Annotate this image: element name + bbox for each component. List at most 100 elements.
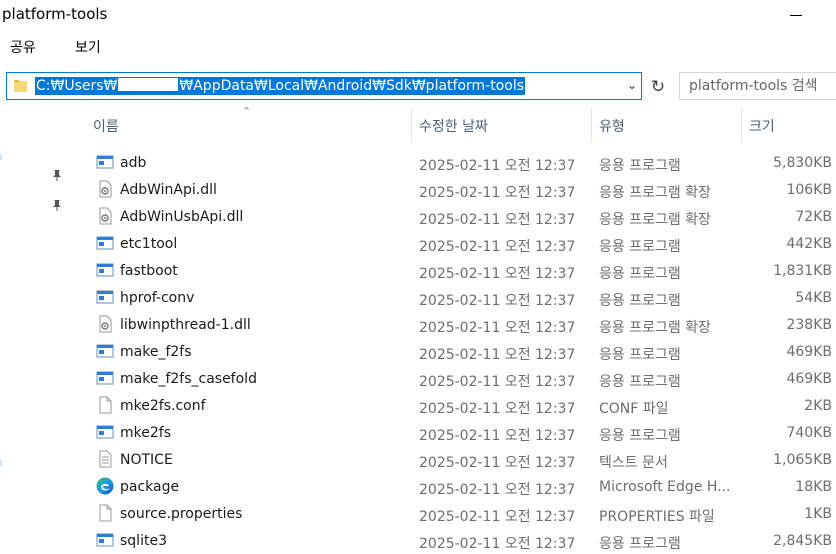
file-row[interactable]: NOTICE 2025-02-11 오전 12:37 텍스트 문서 1,065KB bbox=[0, 446, 836, 473]
file-row[interactable]: mke2fs 2025-02-11 오전 12:37 응용 프로그램 740KB bbox=[0, 419, 836, 446]
file-date: 2025-02-11 오전 12:37 bbox=[419, 293, 576, 309]
window-title: platform-tools bbox=[2, 5, 108, 23]
title-bar: platform-tools bbox=[0, 0, 836, 32]
file-row[interactable]: make_f2fs 2025-02-11 오전 12:37 응용 프로그램 469KB bbox=[0, 338, 836, 365]
file-name: AdbWinUsbApi.dll bbox=[120, 209, 244, 225]
search-input[interactable] bbox=[689, 74, 836, 98]
file-name: hprof-conv bbox=[120, 290, 195, 306]
folder-icon bbox=[14, 80, 27, 92]
application-icon bbox=[96, 423, 114, 441]
application-icon bbox=[96, 342, 114, 360]
application-icon bbox=[96, 369, 114, 387]
chevron-down-icon[interactable]: ⌄ bbox=[627, 78, 637, 92]
file-type: 응용 프로그램 bbox=[599, 293, 681, 309]
file-name: fastboot bbox=[120, 263, 178, 279]
file-row[interactable]: libwinpthread-1.dll 2025-02-11 오전 12:37 응용… bbox=[0, 311, 836, 338]
file-type: 응용 프로그램 bbox=[599, 158, 681, 174]
file-row[interactable]: mke2fs.conf 2025-02-11 오전 12:37 CONF 파일 2KB bbox=[0, 392, 836, 419]
file-type: 응용 프로그램 bbox=[599, 347, 681, 363]
file-type: CONF 파일 bbox=[599, 401, 669, 417]
search-box[interactable] bbox=[679, 72, 836, 100]
file-icon bbox=[96, 396, 114, 414]
ribbon: 공유 보기 bbox=[0, 32, 836, 64]
file-size: 469KB bbox=[786, 371, 832, 387]
file-row[interactable]: source.properties 2025-02-11 오전 12:37 PROP… bbox=[0, 500, 836, 527]
file-row[interactable]: make_f2fs_casefold 2025-02-11 오전 12:37 응용 … bbox=[0, 365, 836, 392]
redacted-username bbox=[118, 78, 179, 91]
text-file-icon bbox=[96, 450, 114, 468]
column-divider[interactable] bbox=[741, 108, 742, 142]
file-type: 응용 프로그램 bbox=[599, 239, 681, 255]
file-icon bbox=[96, 504, 114, 522]
file-size: 469KB bbox=[786, 344, 832, 360]
sort-ascending-icon: ⌃ bbox=[242, 105, 252, 118]
file-row[interactable]: etc1tool 2025-02-11 오전 12:37 응용 프로그램 442KB bbox=[0, 230, 836, 257]
application-icon bbox=[96, 261, 114, 279]
file-type: 응용 프로그램 확장 bbox=[599, 212, 711, 228]
file-date: 2025-02-11 오전 12:37 bbox=[419, 374, 576, 390]
file-date: 2025-02-11 오전 12:37 bbox=[419, 212, 576, 228]
file-row[interactable]: hprof-conv 2025-02-11 오전 12:37 응용 프로그램 54KB bbox=[0, 284, 836, 311]
file-name: mke2fs bbox=[120, 425, 171, 441]
address-path-suffix: ₩AppData₩Local₩Android₩Sdk₩platform-tool… bbox=[179, 78, 525, 94]
file-type: 응용 프로그램 bbox=[599, 536, 681, 552]
file-name: package bbox=[120, 479, 180, 495]
column-header-date[interactable]: 수정한 날짜 bbox=[419, 116, 488, 136]
file-row[interactable]: package 2025-02-11 오전 12:37 Microsoft Edge… bbox=[0, 473, 836, 500]
file-date: 2025-02-11 오전 12:37 bbox=[419, 428, 576, 444]
file-name: libwinpthread-1.dll bbox=[120, 317, 251, 333]
file-size: 2KB bbox=[804, 398, 832, 414]
file-name: make_f2fs_casefold bbox=[120, 371, 257, 387]
refresh-icon[interactable]: ↻ bbox=[648, 76, 668, 98]
column-header-name[interactable]: 이름 bbox=[93, 116, 119, 136]
file-date: 2025-02-11 오전 12:37 bbox=[419, 266, 576, 282]
file-name: etc1tool bbox=[120, 236, 178, 252]
file-size: 5,830KB bbox=[773, 155, 832, 171]
file-row[interactable]: adb 2025-02-11 오전 12:37 응용 프로그램 5,830KB bbox=[0, 149, 836, 176]
file-row[interactable]: AdbWinUsbApi.dll 2025-02-11 오전 12:37 응용 프로… bbox=[0, 203, 836, 230]
file-date: 2025-02-11 오전 12:37 bbox=[419, 401, 576, 417]
application-icon bbox=[96, 153, 114, 171]
file-size: 2,845KB bbox=[773, 533, 832, 549]
column-header-type[interactable]: 유형 bbox=[599, 116, 625, 136]
file-size: 238KB bbox=[786, 317, 832, 333]
address-path[interactable]: C:₩Users₩ ₩AppData₩Local₩Android₩Sdk₩plat… bbox=[35, 77, 526, 95]
edge-icon bbox=[96, 477, 114, 495]
file-date: 2025-02-11 오전 12:37 bbox=[419, 455, 576, 471]
file-row[interactable]: fastboot 2025-02-11 오전 12:37 응용 프로그램 1,831K… bbox=[0, 257, 836, 284]
file-date: 2025-02-11 오전 12:37 bbox=[419, 536, 576, 552]
column-divider[interactable] bbox=[411, 108, 412, 142]
file-size: 1,831KB bbox=[773, 263, 832, 279]
file-size: 1KB bbox=[804, 506, 832, 522]
file-name: AdbWinApi.dll bbox=[120, 182, 217, 198]
file-type: Microsoft Edge H... bbox=[599, 479, 731, 495]
column-header-size[interactable]: 크기 bbox=[749, 116, 775, 136]
minimize-icon[interactable] bbox=[790, 15, 802, 16]
dll-icon bbox=[96, 315, 114, 333]
file-name: source.properties bbox=[120, 506, 243, 522]
address-bar[interactable]: C:₩Users₩ ₩AppData₩Local₩Android₩Sdk₩plat… bbox=[6, 72, 642, 100]
column-divider[interactable] bbox=[591, 108, 592, 142]
file-row[interactable]: AdbWinApi.dll 2025-02-11 오전 12:37 응용 프로그램 … bbox=[0, 176, 836, 203]
dll-icon bbox=[96, 207, 114, 225]
file-type: PROPERTIES 파일 bbox=[599, 509, 715, 525]
file-type: 응용 프로그램 bbox=[599, 428, 681, 444]
file-size: 54KB bbox=[795, 290, 832, 306]
file-type: 응용 프로그램 확장 bbox=[599, 320, 711, 336]
file-size: 740KB bbox=[786, 425, 832, 441]
file-type: 응용 프로그램 bbox=[599, 266, 681, 282]
file-name: mke2fs.conf bbox=[120, 398, 206, 414]
address-path-prefix: C:₩Users₩ bbox=[36, 78, 118, 94]
file-date: 2025-02-11 오전 12:37 bbox=[419, 239, 576, 255]
file-type: 응용 프로그램 bbox=[599, 374, 681, 390]
file-size: 18KB bbox=[795, 479, 832, 495]
file-date: 2025-02-11 오전 12:37 bbox=[419, 320, 576, 336]
column-header: ⌃ 이름 수정한 날짜 유형 크기 bbox=[0, 105, 836, 142]
file-name: sqlite3 bbox=[120, 533, 167, 549]
tab-share[interactable]: 공유 bbox=[10, 37, 36, 57]
file-size: 72KB bbox=[795, 209, 832, 225]
tab-view[interactable]: 보기 bbox=[75, 37, 101, 57]
file-size: 106KB bbox=[786, 182, 832, 198]
file-name: NOTICE bbox=[120, 452, 173, 468]
application-icon bbox=[96, 531, 114, 549]
